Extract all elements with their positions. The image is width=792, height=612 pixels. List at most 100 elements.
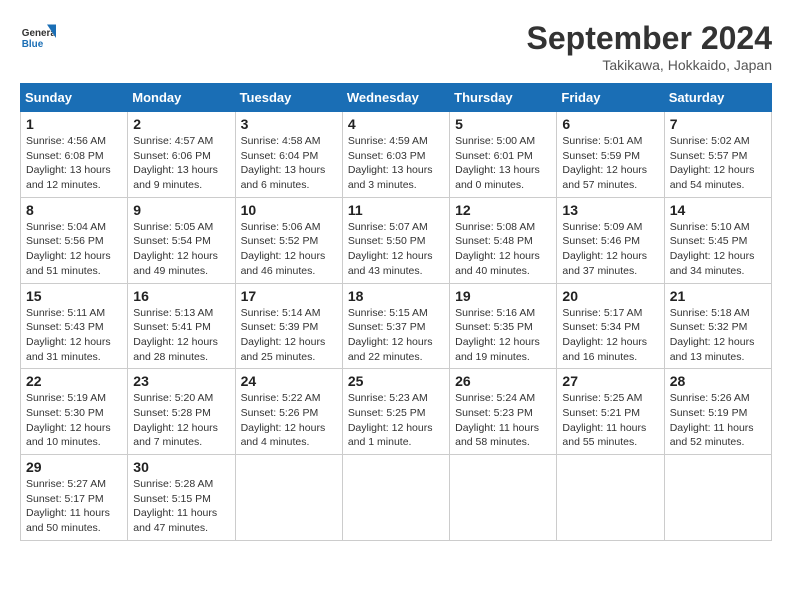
day-info: Sunrise: 5:15 AM Sunset: 5:37 PM Dayligh…: [348, 306, 444, 365]
day-cell-2: 2 Sunrise: 4:57 AM Sunset: 6:06 PM Daylig…: [128, 112, 235, 198]
day-number: 12: [455, 202, 551, 218]
day-info: Sunrise: 5:04 AM Sunset: 5:56 PM Dayligh…: [26, 220, 122, 279]
day-info: Sunrise: 5:07 AM Sunset: 5:50 PM Dayligh…: [348, 220, 444, 279]
day-info: Sunrise: 5:08 AM Sunset: 5:48 PM Dayligh…: [455, 220, 551, 279]
day-number: 17: [241, 288, 337, 304]
day-info: Sunrise: 5:23 AM Sunset: 5:25 PM Dayligh…: [348, 391, 444, 450]
month-title: September 2024: [527, 20, 772, 57]
day-cell-10: 10 Sunrise: 5:06 AM Sunset: 5:52 PM Dayli…: [235, 197, 342, 283]
day-info: Sunrise: 5:14 AM Sunset: 5:39 PM Dayligh…: [241, 306, 337, 365]
weekday-header-monday: Monday: [128, 84, 235, 112]
day-cell-7: 7Sunrise: 5:02 AM Sunset: 5:57 PM Daylig…: [664, 112, 771, 198]
day-number: 16: [133, 288, 229, 304]
day-info: Sunrise: 5:25 AM Sunset: 5:21 PM Dayligh…: [562, 391, 658, 450]
day-info: Sunrise: 5:28 AM Sunset: 5:15 PM Dayligh…: [133, 477, 229, 536]
weekday-header-sunday: Sunday: [21, 84, 128, 112]
day-number: 30: [133, 459, 229, 475]
day-info: Sunrise: 4:56 AM Sunset: 6:08 PM Dayligh…: [26, 134, 122, 193]
day-number: 3: [241, 116, 337, 132]
day-cell-27: 27 Sunrise: 5:25 AM Sunset: 5:21 PM Dayli…: [557, 369, 664, 455]
week-row-4: 22 Sunrise: 5:19 AM Sunset: 5:30 PM Dayli…: [21, 369, 772, 455]
day-info: Sunrise: 5:18 AM Sunset: 5:32 PM Dayligh…: [670, 306, 766, 365]
day-info: Sunrise: 5:05 AM Sunset: 5:54 PM Dayligh…: [133, 220, 229, 279]
location-title: Takikawa, Hokkaido, Japan: [527, 57, 772, 73]
title-block: September 2024 Takikawa, Hokkaido, Japan: [527, 20, 772, 73]
empty-cell: [342, 455, 449, 541]
day-number: 5: [455, 116, 551, 132]
day-cell-1: 1 Sunrise: 4:56 AM Sunset: 6:08 PM Daylig…: [21, 112, 128, 198]
day-number: 1: [26, 116, 122, 132]
day-number: 22: [26, 373, 122, 389]
day-cell-30: 30 Sunrise: 5:28 AM Sunset: 5:15 PM Dayli…: [128, 455, 235, 541]
day-number: 25: [348, 373, 444, 389]
day-info: Sunrise: 5:09 AM Sunset: 5:46 PM Dayligh…: [562, 220, 658, 279]
day-cell-8: 8 Sunrise: 5:04 AM Sunset: 5:56 PM Daylig…: [21, 197, 128, 283]
page-header: General Blue September 2024 Takikawa, Ho…: [20, 20, 772, 73]
day-number: 4: [348, 116, 444, 132]
day-number: 24: [241, 373, 337, 389]
day-cell-12: 12 Sunrise: 5:08 AM Sunset: 5:48 PM Dayli…: [450, 197, 557, 283]
day-number: 21: [670, 288, 766, 304]
day-info: Sunrise: 5:06 AM Sunset: 5:52 PM Dayligh…: [241, 220, 337, 279]
day-cell-23: 23 Sunrise: 5:20 AM Sunset: 5:28 PM Dayli…: [128, 369, 235, 455]
day-number: 2: [133, 116, 229, 132]
day-cell-5: 5Sunrise: 5:00 AM Sunset: 6:01 PM Daylig…: [450, 112, 557, 198]
day-info: Sunrise: 5:01 AM Sunset: 5:59 PM Dayligh…: [562, 134, 658, 193]
day-number: 18: [348, 288, 444, 304]
day-number: 11: [348, 202, 444, 218]
day-number: 7: [670, 116, 766, 132]
day-cell-17: 17 Sunrise: 5:14 AM Sunset: 5:39 PM Dayli…: [235, 283, 342, 369]
day-cell-6: 6 Sunrise: 5:01 AM Sunset: 5:59 PM Daylig…: [557, 112, 664, 198]
logo: General Blue: [20, 20, 56, 56]
day-number: 19: [455, 288, 551, 304]
day-number: 8: [26, 202, 122, 218]
day-number: 20: [562, 288, 658, 304]
calendar-table: SundayMondayTuesdayWednesdayThursdayFrid…: [20, 83, 772, 541]
day-info: Sunrise: 5:10 AM Sunset: 5:45 PM Dayligh…: [670, 220, 766, 279]
empty-cell: [235, 455, 342, 541]
day-info: Sunrise: 4:57 AM Sunset: 6:06 PM Dayligh…: [133, 134, 229, 193]
day-info: Sunrise: 5:16 AM Sunset: 5:35 PM Dayligh…: [455, 306, 551, 365]
weekday-header-row: SundayMondayTuesdayWednesdayThursdayFrid…: [21, 84, 772, 112]
day-info: Sunrise: 5:22 AM Sunset: 5:26 PM Dayligh…: [241, 391, 337, 450]
week-row-1: 1 Sunrise: 4:56 AM Sunset: 6:08 PM Daylig…: [21, 112, 772, 198]
weekday-header-tuesday: Tuesday: [235, 84, 342, 112]
week-row-3: 15 Sunrise: 5:11 AM Sunset: 5:43 PM Dayli…: [21, 283, 772, 369]
day-info: Sunrise: 5:20 AM Sunset: 5:28 PM Dayligh…: [133, 391, 229, 450]
day-cell-4: 4 Sunrise: 4:59 AM Sunset: 6:03 PM Daylig…: [342, 112, 449, 198]
day-cell-9: 9 Sunrise: 5:05 AM Sunset: 5:54 PM Daylig…: [128, 197, 235, 283]
day-cell-26: 26Sunrise: 5:24 AM Sunset: 5:23 PM Dayli…: [450, 369, 557, 455]
day-cell-22: 22 Sunrise: 5:19 AM Sunset: 5:30 PM Dayli…: [21, 369, 128, 455]
logo-icon: General Blue: [20, 20, 56, 56]
day-number: 6: [562, 116, 658, 132]
weekday-header-saturday: Saturday: [664, 84, 771, 112]
day-number: 27: [562, 373, 658, 389]
day-cell-3: 3 Sunrise: 4:58 AM Sunset: 6:04 PM Daylig…: [235, 112, 342, 198]
weekday-header-friday: Friday: [557, 84, 664, 112]
empty-cell: [664, 455, 771, 541]
day-cell-25: 25 Sunrise: 5:23 AM Sunset: 5:25 PM Dayli…: [342, 369, 449, 455]
day-info: Sunrise: 5:17 AM Sunset: 5:34 PM Dayligh…: [562, 306, 658, 365]
day-info: Sunrise: 5:27 AM Sunset: 5:17 PM Dayligh…: [26, 477, 122, 536]
day-info: Sunrise: 4:59 AM Sunset: 6:03 PM Dayligh…: [348, 134, 444, 193]
day-cell-16: 16Sunrise: 5:13 AM Sunset: 5:41 PM Dayli…: [128, 283, 235, 369]
day-cell-15: 15 Sunrise: 5:11 AM Sunset: 5:43 PM Dayli…: [21, 283, 128, 369]
day-number: 23: [133, 373, 229, 389]
day-number: 9: [133, 202, 229, 218]
day-cell-24: 24 Sunrise: 5:22 AM Sunset: 5:26 PM Dayli…: [235, 369, 342, 455]
day-cell-21: 21 Sunrise: 5:18 AM Sunset: 5:32 PM Dayli…: [664, 283, 771, 369]
day-cell-13: 13Sunrise: 5:09 AM Sunset: 5:46 PM Dayli…: [557, 197, 664, 283]
day-number: 10: [241, 202, 337, 218]
day-cell-28: 28Sunrise: 5:26 AM Sunset: 5:19 PM Dayli…: [664, 369, 771, 455]
day-number: 28: [670, 373, 766, 389]
day-info: Sunrise: 4:58 AM Sunset: 6:04 PM Dayligh…: [241, 134, 337, 193]
empty-cell: [450, 455, 557, 541]
weekday-header-thursday: Thursday: [450, 84, 557, 112]
day-number: 15: [26, 288, 122, 304]
svg-text:Blue: Blue: [22, 39, 44, 50]
week-row-5: 29Sunrise: 5:27 AM Sunset: 5:17 PM Dayli…: [21, 455, 772, 541]
day-info: Sunrise: 5:19 AM Sunset: 5:30 PM Dayligh…: [26, 391, 122, 450]
day-info: Sunrise: 5:11 AM Sunset: 5:43 PM Dayligh…: [26, 306, 122, 365]
day-cell-20: 20 Sunrise: 5:17 AM Sunset: 5:34 PM Dayli…: [557, 283, 664, 369]
day-cell-14: 14Sunrise: 5:10 AM Sunset: 5:45 PM Dayli…: [664, 197, 771, 283]
